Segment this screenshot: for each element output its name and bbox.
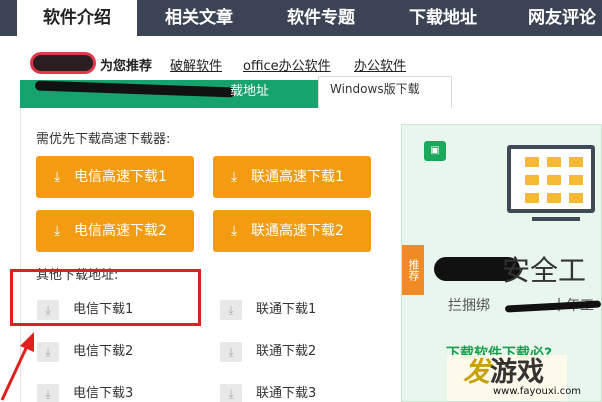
link-label: 联通下载2 xyxy=(256,344,317,359)
tab-user-comments[interactable]: 网友评论 xyxy=(506,0,602,36)
watermark-brand-rest: 游戏 xyxy=(490,357,544,388)
download-arrow-icon: ⤓ xyxy=(54,169,61,185)
subtab-windows-label: Windows版下载 xyxy=(330,82,420,96)
desktop-monitor-illustration xyxy=(507,145,595,213)
button-label: 电信高速下载2 xyxy=(74,223,167,239)
link-label: 电信下载3 xyxy=(73,386,134,401)
folder-icon xyxy=(569,193,583,203)
monitor-icon: ▣ xyxy=(424,141,446,161)
annotation-arrow-icon xyxy=(0,332,34,401)
telecom-fast-download-1-button[interactable]: ⤓ 电信高速下载1 xyxy=(36,156,194,198)
site-watermark: 发游戏 www.fayouxi.com xyxy=(463,350,599,400)
folder-icon xyxy=(525,193,539,203)
link-label: 联通下载3 xyxy=(256,386,317,401)
recommend-link-office-apps[interactable]: 办公软件 xyxy=(354,55,406,74)
button-label: 电信高速下载1 xyxy=(74,169,167,185)
subtab-download-address[interactable]: 载地址 xyxy=(230,80,269,99)
folder-icon xyxy=(525,157,539,167)
recommend-link-office-software[interactable]: office办公软件 xyxy=(243,55,331,74)
download-icon: ⤓ xyxy=(220,342,242,362)
button-label: 联通高速下载2 xyxy=(251,223,344,239)
recommend-prefix: 为您推荐 xyxy=(100,59,153,74)
tab-software-topics[interactable]: 软件专题 xyxy=(262,0,380,36)
download-arrow-icon: ⤓ xyxy=(231,223,238,239)
folder-icon xyxy=(569,157,583,167)
site-logo-redacted xyxy=(33,55,93,71)
telecom-fast-download-2-button[interactable]: ⤓ 电信高速下载2 xyxy=(36,210,194,252)
monitor-stand xyxy=(532,217,580,221)
download-arrow-icon: ⤓ xyxy=(54,223,61,239)
folder-icon xyxy=(525,175,539,185)
folder-icon xyxy=(547,175,561,185)
annotation-highlight-box xyxy=(10,269,201,326)
watermark-url: www.fayouxi.com xyxy=(493,386,582,397)
watermark-brand-first: 发 xyxy=(463,357,490,388)
tab-download-address[interactable]: 下载地址 xyxy=(384,0,502,36)
fast-download-title: 需优先下载高速下载器: xyxy=(36,132,171,147)
unicom-fast-download-1-button[interactable]: ⤓ 联通高速下载1 xyxy=(213,156,371,198)
folder-icon xyxy=(547,193,561,203)
banner-headline: 安全工 xyxy=(502,254,587,287)
banner-subline-start: 拦捆绑 xyxy=(448,298,490,314)
recommend-link-crack-software[interactable]: 破解软件 xyxy=(170,55,222,74)
download-icon: ⤓ xyxy=(220,300,242,320)
download-icon: ⤓ xyxy=(37,384,59,402)
download-arrow-icon: ⤓ xyxy=(231,169,238,185)
download-icon: ⤓ xyxy=(220,384,242,402)
tab-software-intro[interactable]: 软件介绍 xyxy=(17,0,137,36)
download-icon: ⤓ xyxy=(37,342,59,362)
button-label: 联通高速下载1 xyxy=(251,169,344,185)
unicom-fast-download-2-button[interactable]: ⤓ 联通高速下载2 xyxy=(213,210,371,252)
folder-icon xyxy=(547,157,561,167)
recommend-badge: 推荐 xyxy=(402,245,424,295)
watermark-brand: 发游戏 xyxy=(463,350,544,389)
link-label: 联通下载1 xyxy=(256,302,317,317)
folder-icon xyxy=(569,175,583,185)
link-label: 电信下载2 xyxy=(73,344,134,359)
tab-related-articles[interactable]: 相关文章 xyxy=(140,0,258,36)
